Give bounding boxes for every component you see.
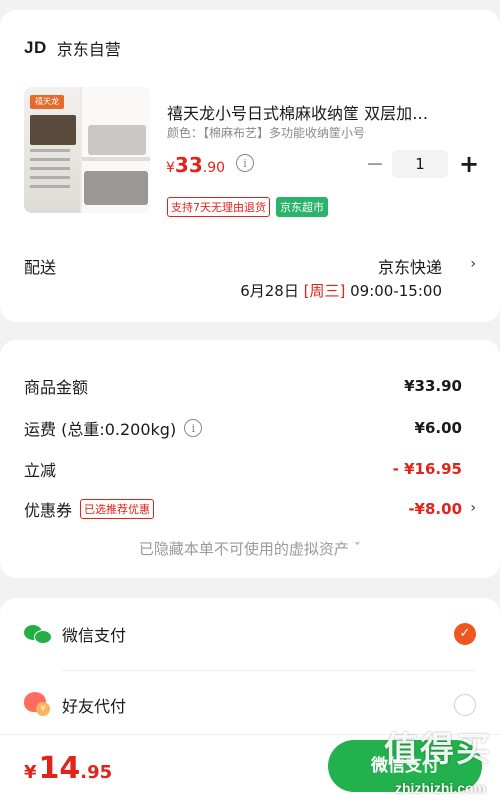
delivery-time[interactable]: 6月28日 [周三] 09:00-15:00: [240, 280, 442, 301]
coupon-label: 优惠券: [24, 501, 73, 520]
plus-button[interactable]: +: [458, 150, 480, 178]
shop-header[interactable]: JD 京东自营: [24, 36, 121, 60]
coupon-value: -¥8.00: [408, 500, 462, 518]
thumbnail-plank: [82, 157, 150, 161]
discount-value: - ¥16.95: [392, 460, 462, 478]
order-card: JD 京东自营 禧天龙 禧天龙小号日式棉麻收纳筐 双层加… 颜色：【棉麻布艺】多…: [0, 10, 500, 322]
divider: [62, 670, 476, 671]
goods-amount-row: 商品金额 ¥33.90: [24, 374, 462, 398]
delivery-weekday: [周三]: [303, 282, 346, 300]
jd-supermarket-tag: 京东超市: [276, 197, 328, 217]
discount-label: 立减: [24, 461, 57, 480]
chevron-right-icon[interactable]: ›: [470, 256, 476, 272]
product-title[interactable]: 禧天龙小号日式棉麻收纳筐 双层加…: [167, 100, 477, 124]
freight-label: 运费 (总重:0.200kg): [24, 420, 177, 439]
thumbnail-label: [30, 115, 76, 145]
freight-label-group: 运费 (总重:0.200kg) i: [24, 416, 203, 440]
thumbnail-basket: [88, 125, 146, 155]
minus-button[interactable]: −: [364, 152, 386, 177]
coupon-label-group: 优惠券 已选推荐优惠: [24, 497, 155, 521]
jd-logo: JD: [24, 38, 47, 57]
info-icon[interactable]: i: [184, 419, 203, 437]
coupon-row[interactable]: 优惠券 已选推荐优惠 -¥8.00: [24, 497, 462, 521]
thumbnail-feature-list: [30, 149, 70, 189]
freight-row: 运费 (总重:0.200kg) i ¥6.00: [24, 416, 462, 440]
price-integer: 33: [174, 153, 203, 177]
friend-pay-icon: ¥: [24, 692, 52, 718]
shop-name: 京东自营: [56, 40, 121, 59]
freight-value: ¥6.00: [414, 419, 462, 437]
payment-option-label: 好友代付: [62, 697, 127, 716]
delivery-window: 09:00-15:00: [350, 282, 442, 300]
watermark-logo: 值得买: [384, 730, 492, 770]
total-price: ¥ 14 .95: [24, 751, 112, 786]
price-decimal: .90: [202, 160, 226, 176]
payment-option-friend[interactable]: ¥ 好友代付: [24, 692, 476, 718]
watermark-url: zhizhizhi.com: [395, 780, 486, 796]
delivery-date: 6月28日: [240, 282, 299, 300]
quantity-stepper: − 1 +: [364, 150, 480, 178]
wechat-pay-icon: [24, 623, 52, 645]
product-thumbnail[interactable]: 禧天龙: [24, 87, 150, 213]
return-policy-tag: 支持7天无理由退货: [167, 197, 270, 217]
payment-option-wechat[interactable]: 微信支付 ✓: [24, 622, 476, 646]
payment-option-label: 微信支付: [62, 626, 127, 645]
hidden-assets-toggle[interactable]: 已隐藏本单不可使用的虚拟资产 ˇ: [0, 538, 500, 559]
radio-unselected[interactable]: [454, 694, 476, 716]
goods-amount-value: ¥33.90: [404, 377, 462, 395]
chevron-right-icon[interactable]: ›: [470, 500, 476, 516]
selected-check-icon[interactable]: ✓: [454, 623, 476, 645]
coupon-recommended-tag: 已选推荐优惠: [80, 499, 155, 519]
total-integer: 14: [38, 751, 81, 786]
product-tags: 支持7天无理由退货 京东超市: [167, 197, 328, 217]
goods-amount-label: 商品金额: [24, 378, 89, 397]
total-decimal: .95: [80, 762, 113, 783]
payment-option-left: ¥ 好友代付: [24, 692, 126, 718]
quantity-input[interactable]: 1: [392, 150, 448, 178]
price-symbol: ¥: [166, 160, 175, 176]
price-summary-card: 商品金额 ¥33.90 运费 (总重:0.200kg) i ¥6.00 立减 -…: [0, 340, 500, 578]
payment-option-left: 微信支付: [24, 622, 126, 646]
total-symbol: ¥: [24, 762, 37, 783]
discount-row: 立减 - ¥16.95: [24, 457, 462, 481]
thumbnail-brand-logo: 禧天龙: [30, 95, 64, 109]
thumbnail-basket: [84, 171, 148, 205]
delivery-method[interactable]: 京东快递: [378, 254, 442, 278]
product-price: ¥ 33 .90: [166, 153, 225, 177]
product-spec[interactable]: 颜色：【棉麻布艺】多功能收纳筐小号: [167, 124, 365, 141]
delivery-label: 配送: [24, 258, 57, 277]
info-icon[interactable]: i: [236, 154, 254, 172]
